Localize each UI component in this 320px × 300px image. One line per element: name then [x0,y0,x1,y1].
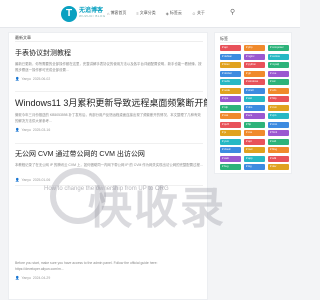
divider [15,91,203,92]
post-date: 2025-03-16 [32,128,51,132]
tag-chip[interactable]: # ecs [244,113,265,119]
tag-chip[interactable]: # wsl [244,96,265,102]
main-nav: ⌂ 博客首页 ≡ 文章分类 ◈ 标签云 ☺ 关于 [107,10,205,16]
post-item[interactable]: 无公网 CVM 通过带公网的 CVM 出访公网 本教程记录了在无公网 IP 的腾… [15,149,203,182]
tag-chip[interactable]: # ssl [268,79,289,85]
post-title[interactable]: 手表协议封测教程 [15,48,203,58]
tag-chip[interactable]: # nginx [244,53,265,60]
post-title[interactable]: 无公网 CVM 通过带公网的 CVM 出访公网 [15,149,203,159]
tag-chip[interactable]: # rdp [220,104,241,111]
post-excerpt: Before you start, make sure you have acc… [15,261,158,271]
tag-chip[interactable]: # redis [220,79,241,85]
tag-chip[interactable]: # css [244,130,265,136]
list-icon: ≡ [136,10,139,16]
tag-chip[interactable]: # shell [244,87,265,94]
divider [15,41,203,42]
tag-chip[interactable]: # log [244,164,265,170]
tag-chip[interactable]: # apt [244,138,265,145]
post-date: 2025-01-06 [32,178,51,182]
post-meta: 👤 Yanyu 2025-06-02 [15,77,203,81]
post-meta: 👤 Yanyu 2025-03-16 [15,128,203,132]
tag-chip[interactable]: # debian [220,53,241,60]
tag-chip[interactable]: # cloud [220,147,241,153]
tag-chip[interactable]: # dns [244,104,265,111]
nav-item-label: 标签云 [169,10,182,15]
tag-chip[interactable]: # mysql [268,62,289,68]
tag-chip[interactable]: # docker [220,70,241,77]
post-author: Yanyu [21,276,31,280]
nav-item-label: 博客首页 [110,10,127,15]
tag-chip[interactable]: # vpn [268,113,289,119]
post-item[interactable]: Windows11 3月累积更新导致远程桌面频繁断开解决方案 微软今年三月份推送… [15,96,207,132]
site-header: T 无追博客 WUZHUI BLOG ⌂ 博客首页 ≡ 文章分类 ◈ 标签云 ☺… [0,0,300,28]
tag-chip[interactable]: # sdk [268,155,289,162]
post-excerpt: 最新已更新，你所需要的全部操作都在这里，完整讲解手表协议的使用方法以及各平台详细… [15,62,202,72]
post-item[interactable]: 手表协议封测教程 最新已更新，你所需要的全部操作都在这里，完整讲解手表协议的使用… [15,48,203,81]
tag-chip[interactable]: # ssh [268,138,289,145]
post-excerpt: 微软今年三月份推送的 KB5053598 补丁发布后，有部分用户反馈远程桌面连接… [15,113,201,123]
tag-chip[interactable]: # node [220,87,241,94]
post-author: Yanyu [21,128,31,132]
post-date: 2025-06-02 [32,77,51,81]
divider [220,42,288,43]
tag-chip[interactable]: # web [220,155,241,162]
search-icon[interactable]: ⚲ [230,8,235,16]
nav-item-about[interactable]: ☺ 关于 [192,10,205,16]
tag-chip[interactable]: # vue [268,70,289,77]
tag-chip[interactable]: # python [244,62,265,68]
author-icon: 👤 [15,276,20,280]
tag-chip[interactable]: # html [268,130,289,136]
tag-icon: ◈ [165,10,169,16]
post-item[interactable]: Before you start, make sure you have acc… [15,257,203,280]
tag-chip[interactable]: # yum [220,138,241,145]
tag-chip[interactable]: # tool [244,147,265,153]
tag-chip[interactable]: # ftp [244,121,265,128]
tag-chip[interactable]: # ipv6 [220,121,241,128]
tag-list: # api # php # composer # debian # nginx # cen… [220,45,289,170]
post-meta: 👤 Yanyu 2025-01-06 [15,178,203,182]
tag-chip[interactable]: # cron [268,121,289,128]
author-icon: 👤 [15,178,20,182]
tag-chip[interactable]: # blog [268,147,289,153]
tag-chip[interactable]: # centos [268,53,289,60]
logo-subtitle: WUZHUI BLOG [79,14,106,18]
author-icon: 👤 [15,77,20,81]
tag-chip[interactable]: # composer [268,45,289,51]
tag-chip[interactable]: # app [244,155,265,162]
post-title[interactable]: How to change the ownership from UP to O… [44,186,169,192]
nav-item-label: 关于 [196,10,205,15]
tag-chip[interactable]: # cvm [268,104,289,111]
logo-text: 无追博客 [79,8,104,14]
tag-chip[interactable]: # js [220,130,241,136]
post-meta: 👤 Yanyu 2024-04-29 [15,276,203,280]
nav-item-categories[interactable]: ≡ 文章分类 [136,10,155,16]
user-icon: ☺ [191,10,196,16]
nav-item-label: 文章分类 [139,10,156,15]
nav-item-tags[interactable]: ◈ 标签云 [166,10,182,16]
post-author: Yanyu [21,178,31,182]
tag-chip[interactable]: # api [220,45,241,51]
divider [15,143,203,144]
tag-chip[interactable]: # http [268,96,289,102]
post-author: Yanyu [21,77,31,81]
tag-chip[interactable]: # oss [220,113,241,119]
post-date: 2024-04-29 [32,276,51,280]
tag-chip[interactable]: # linux [220,62,241,68]
tag-chip[interactable]: # dev [268,164,289,170]
home-icon: ⌂ [107,10,110,16]
tag-chip[interactable]: # php [244,45,265,51]
author-icon: 👤 [15,128,20,132]
tag-chip[interactable]: # vps [220,96,241,102]
site-logo[interactable]: T 无追博客 WUZHUI BLOG [61,5,105,23]
post-excerpt: 本教程记录了在无公网 IP 的腾讯云 CVM 上，如何借助同一内网下带公网 IP… [15,163,203,167]
tag-chip[interactable]: # git [244,70,265,77]
tag-cloud-widget: 标签 # api # php # composer # debian # nginx # … [214,32,292,174]
post-list-card: 最新文章 手表协议封测教程 最新已更新，你所需要的全部操作都在这里，完整讲解手表… [8,32,208,300]
post-title[interactable]: Windows11 3月累积更新导致远程桌面频繁断开解决方案 [15,96,207,109]
tag-chip[interactable]: # bug [220,164,241,170]
tag-chip[interactable]: # cdn [268,87,289,94]
logo-icon: T [61,6,77,22]
tag-chip[interactable]: # windows [244,79,265,85]
nav-item-home[interactable]: ⌂ 博客首页 [107,10,126,16]
